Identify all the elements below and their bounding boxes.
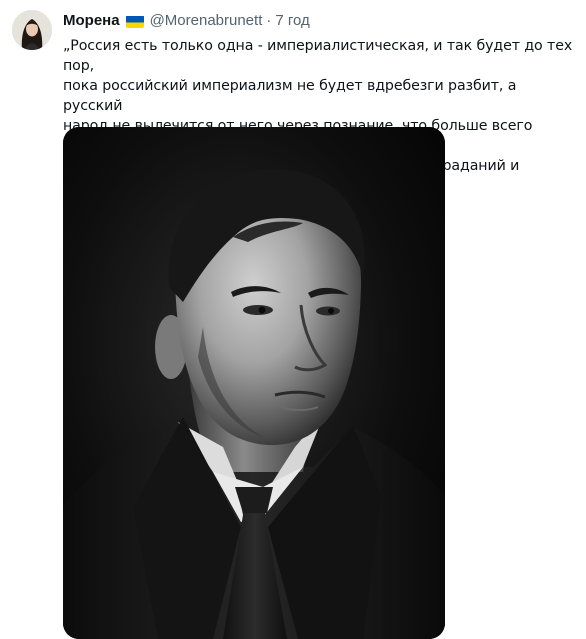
display-name[interactable]: Морена: [63, 11, 120, 31]
tweet-timestamp[interactable]: 7 год: [275, 11, 309, 31]
tweet-header: Морена @Morenabrunett · 7 год: [63, 11, 310, 31]
user-handle[interactable]: @Morenabrunett: [150, 11, 263, 31]
avatar-image: [12, 10, 52, 50]
avatar[interactable]: [12, 10, 52, 50]
portrait-photo: [63, 127, 445, 639]
separator-dot: ·: [266, 12, 272, 29]
tweet-photo[interactable]: [63, 127, 445, 639]
tweet[interactable]: Морена @Morenabrunett · 7 год „Россия ес…: [0, 0, 586, 639]
ukraine-flag-icon: [125, 15, 144, 28]
